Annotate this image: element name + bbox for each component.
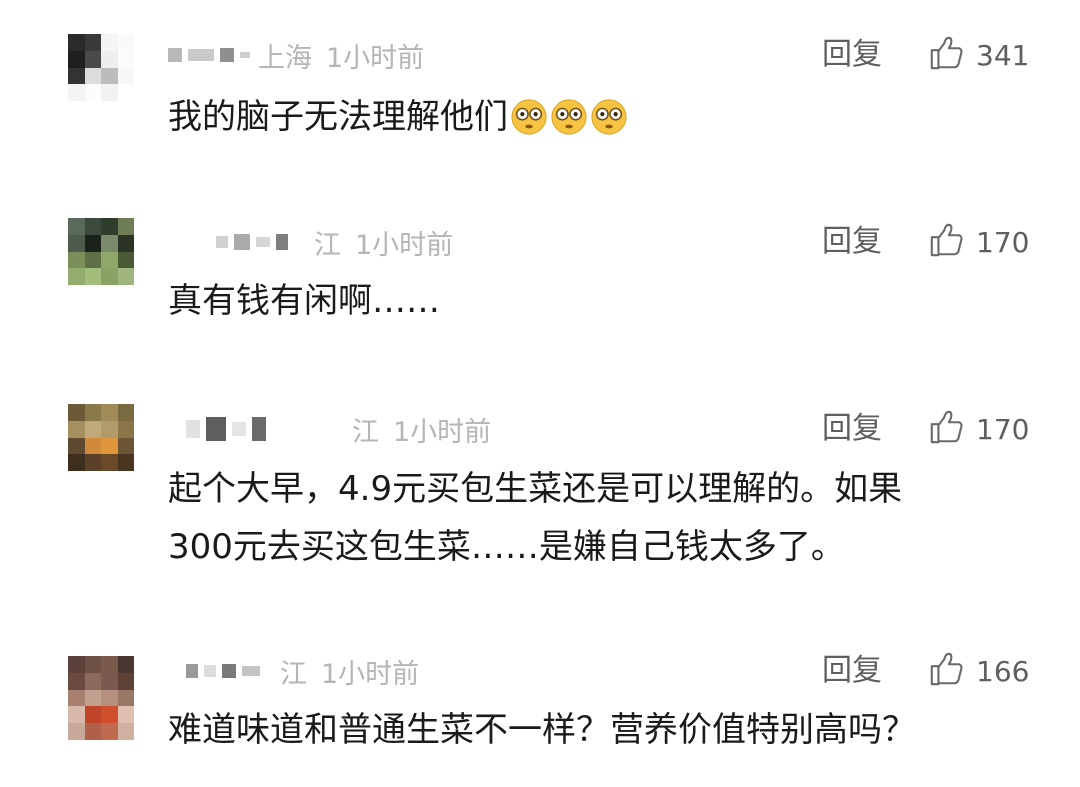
comment-text: 我的脑子无法理解他们 — [168, 88, 628, 146]
thumbs-up-icon — [928, 34, 976, 76]
like-count: 166 — [976, 654, 1030, 688]
avatar[interactable] — [68, 218, 134, 302]
thumbs-up-icon — [928, 408, 976, 450]
avatar[interactable] — [68, 656, 134, 740]
comment-location: 上海 — [258, 42, 312, 74]
like-count: 170 — [976, 225, 1030, 259]
reply-button[interactable]: 回复 — [822, 651, 882, 691]
flushed-face-emoji-icon — [550, 96, 588, 135]
thumbs-up-icon — [928, 221, 976, 263]
comment-meta: 江 1小时前 — [168, 651, 419, 691]
username-blurred[interactable] — [186, 664, 260, 678]
like-button[interactable]: 170 — [928, 222, 1029, 262]
like-button[interactable]: 166 — [928, 651, 1029, 691]
like-count: 170 — [976, 412, 1030, 446]
username-blurred[interactable] — [216, 234, 288, 250]
comment-meta: 江 1小时前 — [168, 409, 491, 449]
flushed-face-emoji-icon — [510, 96, 548, 135]
comment-text-line: 300元去买这包生菜……是嫌自己钱太多了。 — [168, 527, 845, 567]
comment-time: 1小时前 — [321, 658, 420, 690]
comment-location: 江 — [314, 229, 341, 261]
username-blurred[interactable] — [186, 417, 266, 441]
comment-location: 江 — [352, 416, 379, 448]
comment-text: 起个大早，4.9元买包生菜还是可以理解的。如果 300元去买这包生菜……是嫌自己… — [168, 460, 902, 576]
reply-button[interactable]: 回复 — [822, 222, 882, 262]
comment-text-content: 我的脑子无法理解他们 — [168, 97, 508, 137]
like-count: 341 — [976, 38, 1030, 72]
reply-button[interactable]: 回复 — [822, 409, 882, 449]
thumbs-up-icon — [928, 650, 976, 692]
comment-text: 真有钱有闲啊…… — [168, 281, 440, 321]
comment-location: 江 — [280, 658, 307, 690]
avatar[interactable] — [68, 34, 134, 118]
comment-time: 1小时前 — [355, 229, 454, 261]
comment-text-line: 起个大早，4.9元买包生菜还是可以理解的。如果 — [168, 469, 903, 509]
like-button[interactable]: 170 — [928, 409, 1029, 449]
comment-text: 难道味道和普通生菜不一样？营养价值特别高吗？ — [168, 710, 916, 750]
comment-time: 1小时前 — [326, 42, 425, 74]
like-button[interactable]: 341 — [928, 35, 1029, 75]
reply-button[interactable]: 回复 — [822, 35, 882, 75]
avatar[interactable] — [68, 404, 134, 488]
comment-meta: 江 1小时前 — [168, 222, 453, 262]
comment-time: 1小时前 — [393, 416, 492, 448]
username-blurred[interactable] — [168, 48, 250, 62]
comment-meta: 上海 1小时前 — [168, 35, 424, 75]
flushed-face-emoji-icon — [590, 96, 628, 135]
